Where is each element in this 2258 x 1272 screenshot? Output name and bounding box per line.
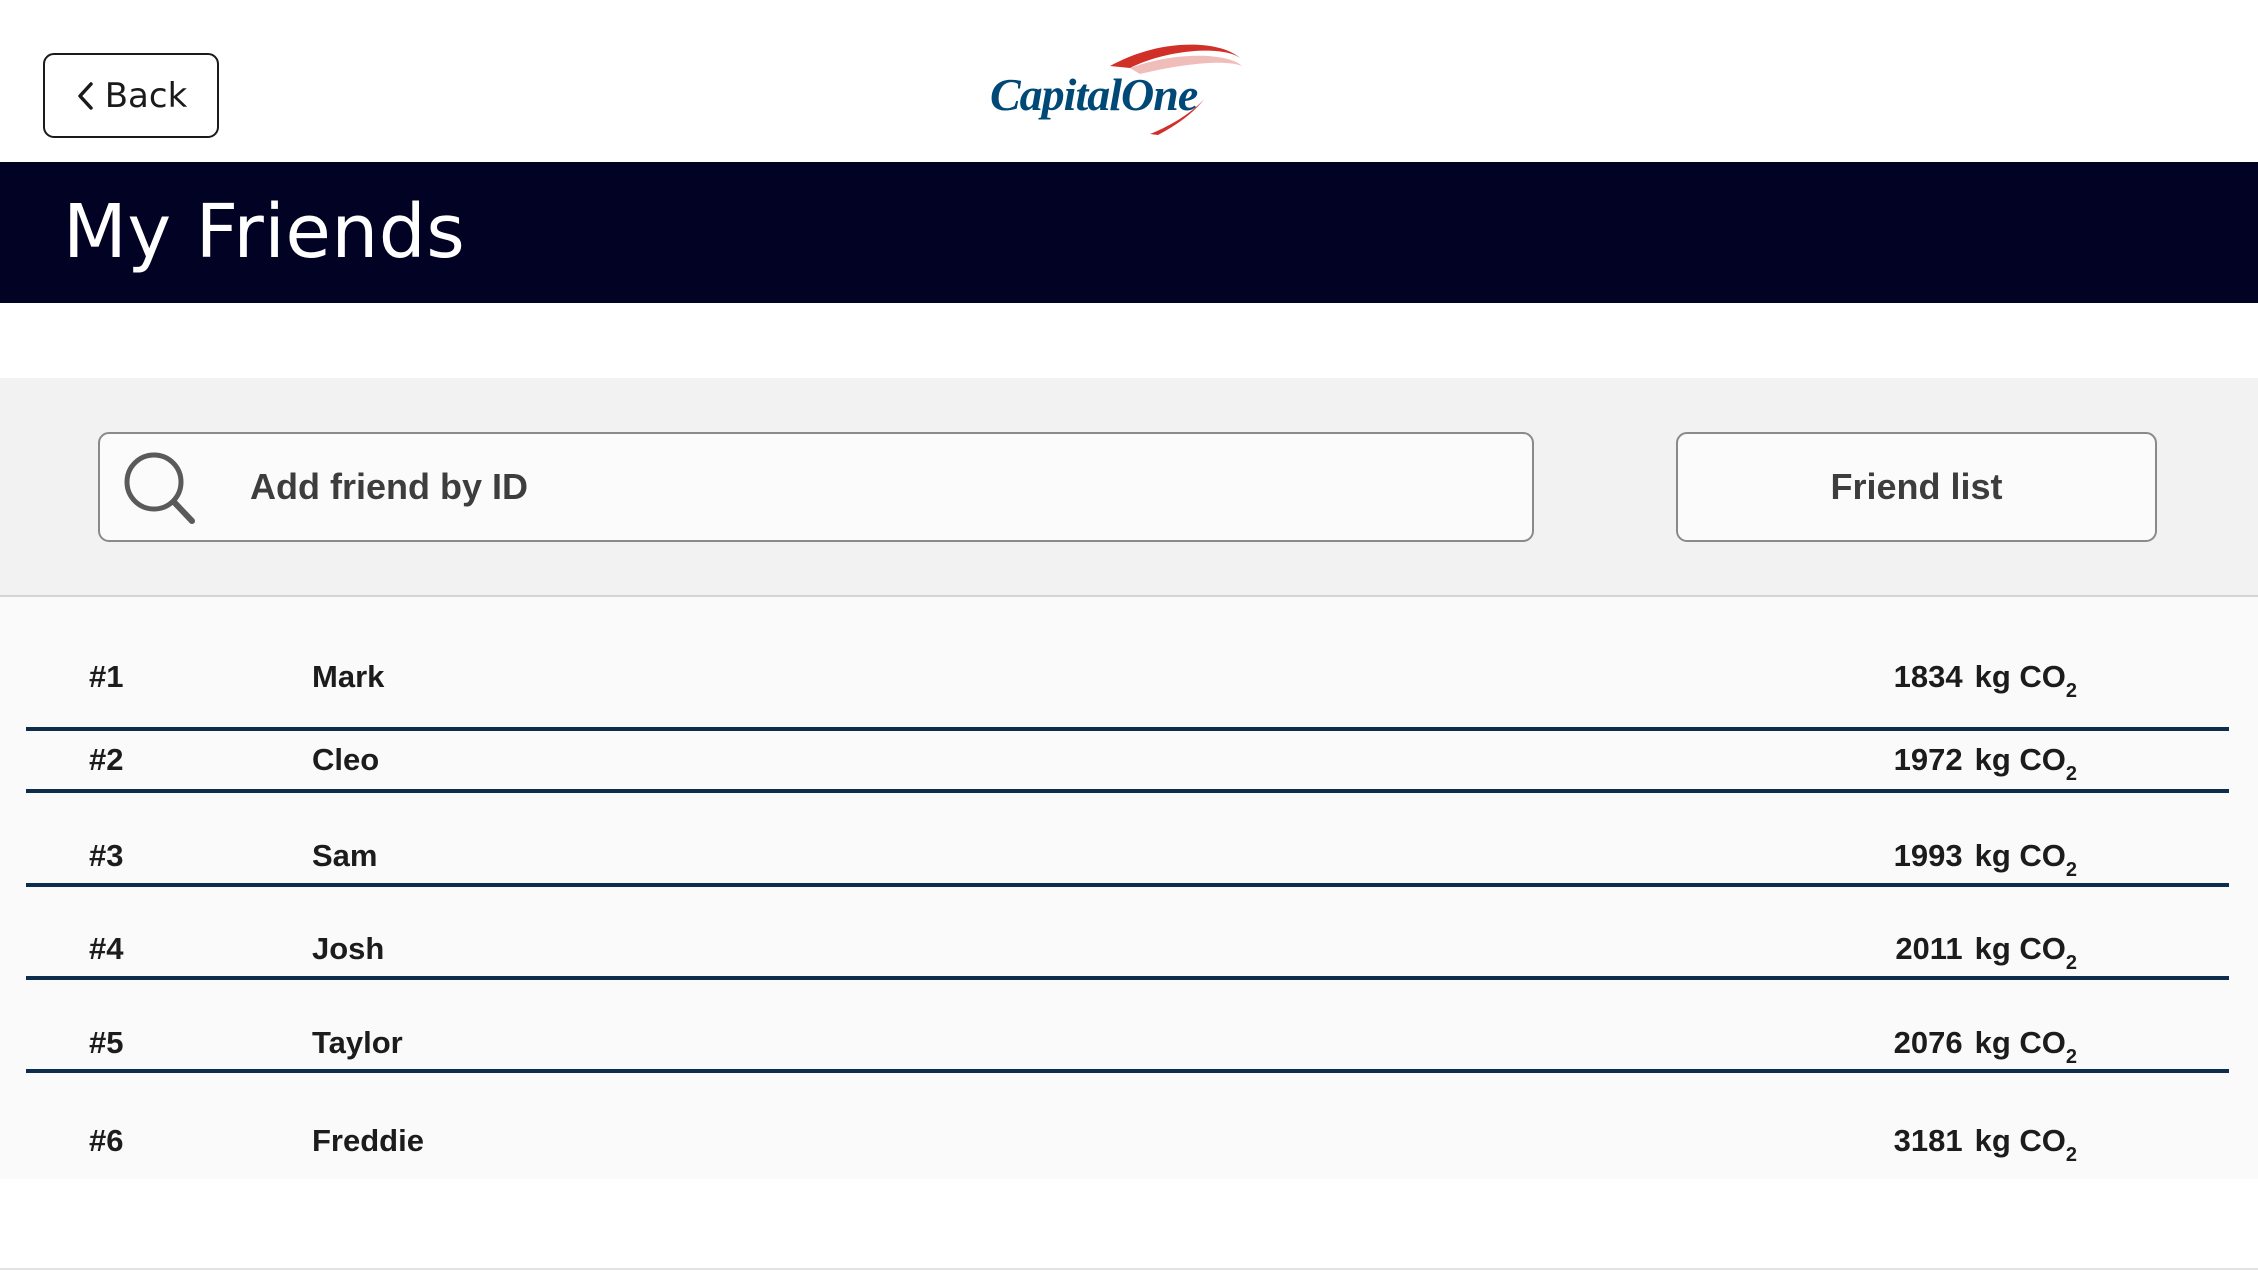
friend-emission: 2076 kg CO2: [1893, 1025, 2077, 1067]
friend-emission: 1972 kg CO2: [1893, 742, 2077, 784]
emission-value: 3181: [1893, 1123, 1963, 1158]
emission-value: 1972: [1893, 742, 1963, 777]
unit-subscript: 2: [2065, 1046, 2077, 1068]
friend-emission: 1993 kg CO2: [1893, 838, 2077, 880]
search-area: Friend list: [0, 378, 2258, 597]
friend-rank: #6: [89, 1123, 124, 1158]
emission-value: 2011: [1895, 931, 1963, 966]
friend-name: Taylor: [312, 1025, 403, 1060]
emission-unit: kg CO2: [1974, 931, 2077, 973]
capital-one-logo: CapitalOne: [990, 38, 1270, 138]
emission-unit: kg CO2: [1974, 838, 2077, 880]
emission-value: 1834: [1893, 659, 1963, 694]
friend-emission: 3181 kg CO2: [1893, 1123, 2077, 1165]
top-bar: Back CapitalOne: [0, 0, 2258, 162]
page: Back CapitalOne My Friends Friend list #…: [0, 0, 2258, 1272]
friends-list: #1 Mark 1834 kg CO2 #2 Cleo 1972 kg CO2 #3 Sam 199…: [0, 597, 2258, 1179]
emission-unit: kg CO2: [1974, 659, 2077, 701]
emission-value: 2076: [1893, 1025, 1963, 1060]
unit-label: kg CO: [1974, 1025, 2066, 1060]
back-button[interactable]: Back: [43, 53, 219, 138]
friend-rank: #3: [89, 838, 124, 873]
friend-name: Cleo: [312, 742, 380, 777]
unit-subscript: 2: [2065, 952, 2077, 974]
friend-name: Sam: [312, 838, 378, 873]
bottom-divider: [0, 1268, 2258, 1270]
friend-emission: 2011 kg CO2: [1895, 931, 2077, 973]
add-friend-input[interactable]: [250, 434, 1510, 540]
unit-label: kg CO: [1974, 742, 2066, 777]
logo-wordmark: CapitalOne: [990, 69, 1198, 120]
table-row[interactable]: #6 Freddie 3181 kg CO2: [26, 1073, 2229, 1179]
search-icon: [124, 452, 195, 524]
friend-name: Mark: [312, 659, 385, 694]
back-button-label: Back: [104, 75, 188, 116]
friend-list-button[interactable]: Friend list: [1676, 432, 2157, 542]
unit-label: kg CO: [1974, 838, 2066, 873]
chevron-left-icon: [77, 81, 93, 110]
unit-subscript: 2: [2065, 859, 2077, 881]
friend-rank: #1: [89, 659, 124, 694]
emission-unit: kg CO2: [1974, 742, 2077, 784]
unit-label: kg CO: [1974, 659, 2066, 694]
emission-unit: kg CO2: [1974, 1123, 2077, 1165]
unit-label: kg CO: [1974, 1123, 2066, 1158]
emission-value: 1993: [1893, 838, 1963, 873]
table-row[interactable]: #5 Taylor 2076 kg CO2: [26, 980, 2229, 1073]
table-row[interactable]: #3 Sam 1993 kg CO2: [26, 793, 2229, 887]
friend-rank: #4: [89, 931, 124, 966]
unit-label: kg CO: [1974, 931, 2066, 966]
friend-rank: #2: [89, 742, 124, 777]
friend-name: Josh: [312, 931, 385, 966]
table-row[interactable]: #4 Josh 2011 kg CO2: [26, 887, 2229, 980]
friend-rank: #5: [89, 1025, 124, 1060]
title-banner: My Friends: [0, 162, 2258, 303]
table-row[interactable]: #2 Cleo 1972 kg CO2: [26, 697, 2229, 793]
search-box[interactable]: [98, 432, 1534, 542]
page-title: My Friends: [63, 189, 466, 275]
emission-unit: kg CO2: [1974, 1025, 2077, 1067]
friend-emission: 1834 kg CO2: [1893, 659, 2077, 701]
unit-subscript: 2: [2065, 1144, 2077, 1166]
unit-subscript: 2: [2065, 763, 2077, 785]
friend-name: Freddie: [312, 1123, 424, 1158]
